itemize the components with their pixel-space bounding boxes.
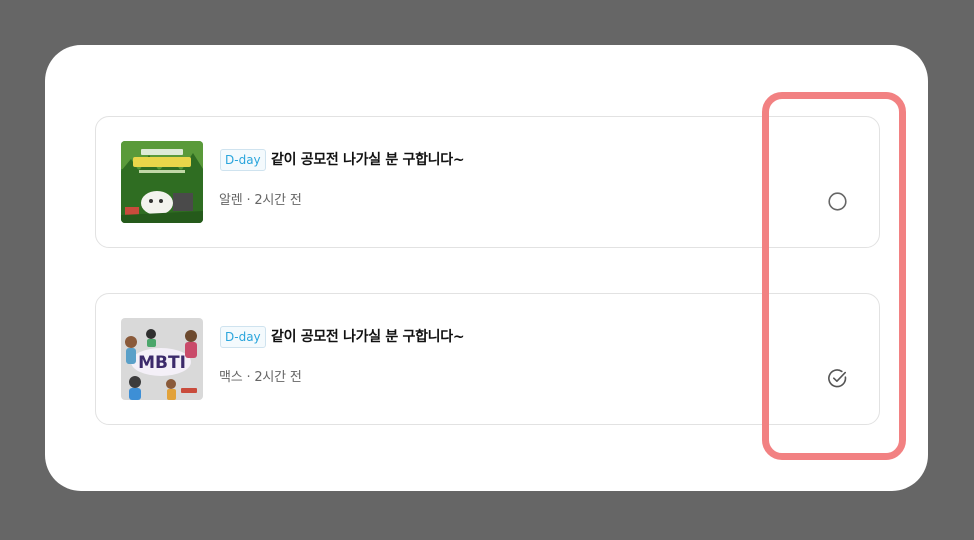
d-day-badge: D-day [220, 326, 266, 348]
check-circle-icon[interactable] [827, 368, 848, 389]
radio-unchecked-icon[interactable] [827, 191, 848, 212]
post-title[interactable]: 같이 공모전 나가실 분 구합니다~ [271, 149, 465, 171]
post-card[interactable]: MBTI D-day 같이 공모전 나가실 분 구합니다~ 맥스 · 2시간 전 [95, 293, 880, 425]
d-day-badge: D-day [220, 149, 266, 171]
post-meta: 알렌 · 2시간 전 [219, 193, 302, 208]
post-title[interactable]: 같이 공모전 나가실 분 구합니다~ [271, 326, 465, 348]
mbti-poster-thumbnail: MBTI [121, 318, 203, 400]
post-meta: 맥스 · 2시간 전 [219, 370, 302, 385]
post-card[interactable]: D-day 같이 공모전 나가실 분 구합니다~ 알렌 · 2시간 전 [95, 116, 880, 248]
mbti-text: MBTI [138, 353, 186, 373]
contest-poster-thumbnail [121, 141, 203, 223]
post-list-panel: D-day 같이 공모전 나가실 분 구합니다~ 알렌 · 2시간 전 MBTI [45, 45, 928, 491]
